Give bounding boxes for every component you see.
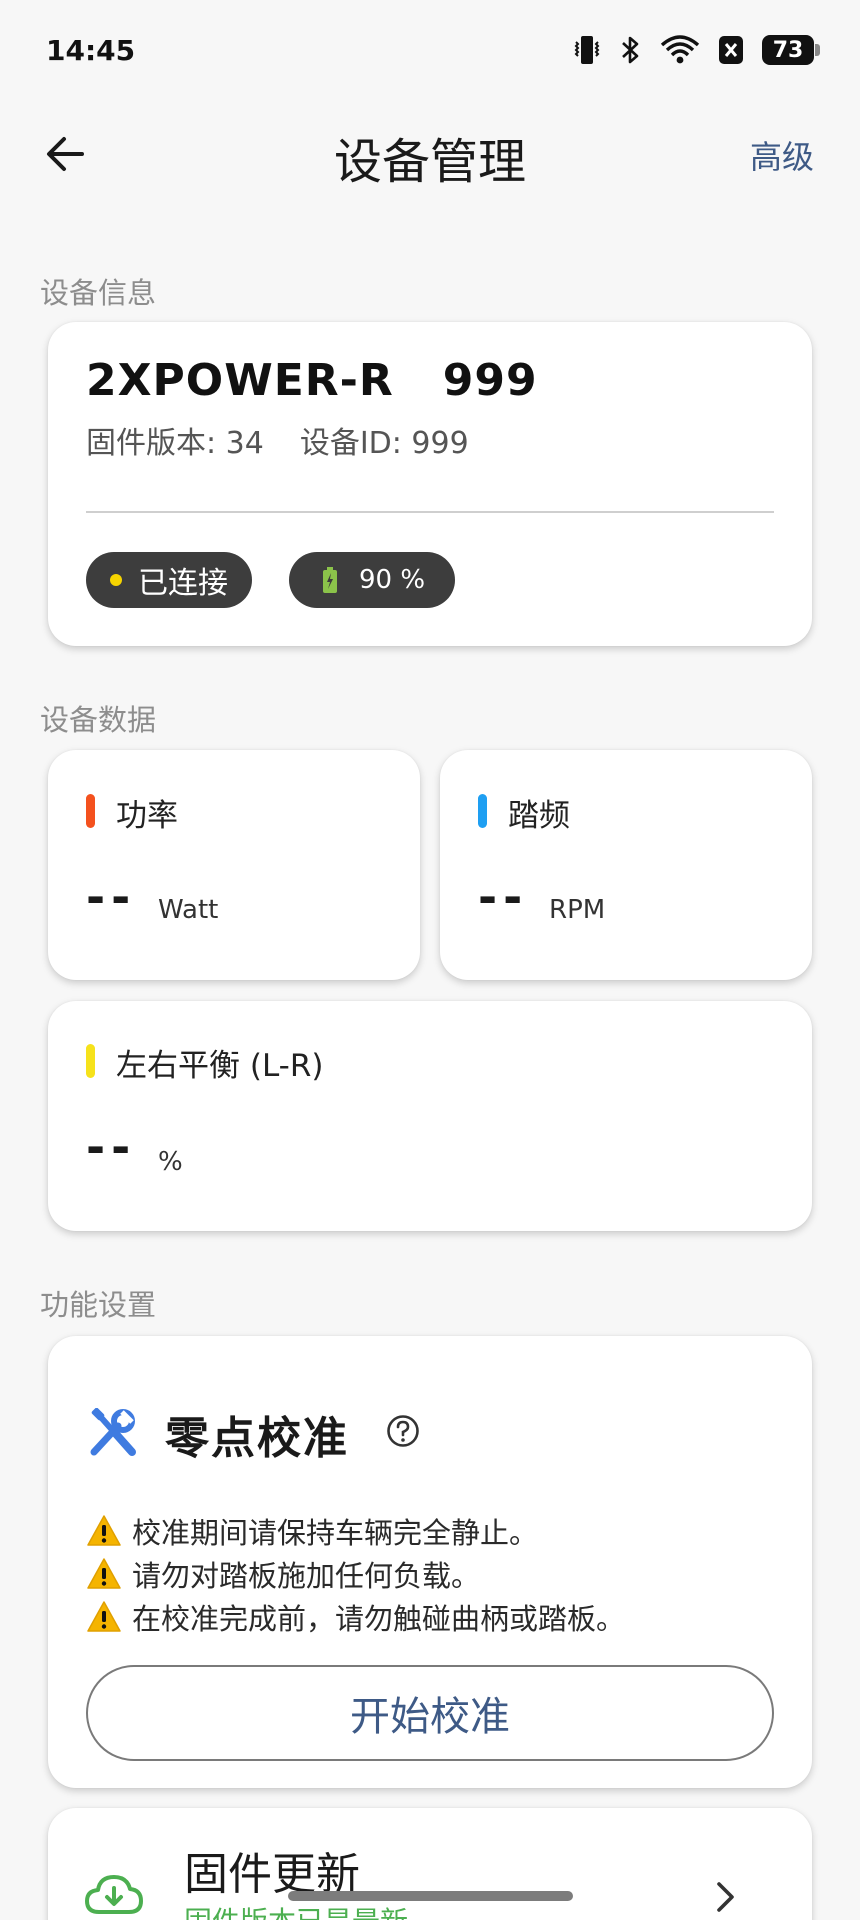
warning-line-1: 校准期间请保持车辆完全静止。 (86, 1510, 538, 1552)
metric-card-power (48, 750, 420, 980)
back-arrow-icon[interactable] (40, 128, 92, 180)
metric-unit-cadence: RPM (549, 895, 606, 925)
tools-icon (90, 1408, 136, 1456)
advanced-button[interactable]: 高级 (750, 132, 814, 178)
warning-text-2: 请勿对踏板施加任何负载。 (132, 1559, 481, 1593)
battery-charging-icon (323, 567, 337, 593)
status-time: 14:45 (46, 33, 136, 67)
connection-status-chip: 已连接 (86, 552, 252, 608)
cloud-download-icon (85, 1875, 143, 1914)
sim-disabled-icon (719, 36, 743, 64)
home-indicator[interactable] (288, 1891, 573, 1901)
connection-status-label: 已连接 (138, 566, 228, 601)
metric-value-power: -- (86, 870, 137, 924)
device-name: 2XPOWER-R 999 (86, 355, 538, 406)
metric-value-balance: -- (86, 1120, 137, 1174)
start-calibration-button[interactable]: 开始校准 (86, 1665, 774, 1761)
chevron-right-icon[interactable] (714, 1880, 738, 1914)
warning-line-2: 请勿对踏板施加任何负载。 (86, 1553, 480, 1595)
metric-card-balance (48, 1001, 812, 1231)
divider (86, 511, 774, 513)
device-meta: 固件版本: 34 设备ID: 999 (86, 418, 469, 462)
metric-label-power: 功率 (116, 798, 178, 834)
section-label-device-data: 设备数据 (40, 703, 157, 737)
bluetooth-icon (622, 36, 639, 64)
app-bar: 设备管理 高级 (0, 100, 860, 210)
help-icon[interactable] (386, 1414, 420, 1448)
section-label-device-info: 设备信息 (40, 276, 157, 310)
status-icons: 73 (572, 34, 820, 66)
vibrate-icon (574, 36, 600, 64)
power-color-bar (86, 794, 95, 828)
firmware-update-card[interactable] (48, 1808, 812, 1920)
status-dot-icon (110, 574, 122, 586)
metric-label-cadence: 踏频 (508, 798, 570, 834)
battery-chip-label: 90 % (359, 565, 426, 595)
calibration-title: 零点校准 (165, 1413, 349, 1464)
wifi-icon (660, 35, 700, 64)
metric-label-balance: 左右平衡 (L-R) (116, 1048, 324, 1084)
balance-color-bar (86, 1044, 95, 1078)
metric-unit-power: Watt (158, 895, 219, 925)
section-label-functions: 功能设置 (40, 1288, 157, 1322)
firmware-version: 固件版本: 34 (86, 426, 264, 461)
warning-line-3: 在校准完成前，请勿触碰曲柄或踏板。 (86, 1596, 625, 1638)
firmware-status: 固件版本已是最新 (184, 1900, 408, 1920)
status-bar: 14:45 73 (0, 0, 860, 100)
warning-icon (87, 1515, 121, 1546)
metric-value-cadence: -- (478, 870, 529, 924)
warning-text-3: 在校准完成前，请勿触碰曲柄或踏板。 (132, 1602, 626, 1636)
warning-icon (87, 1558, 121, 1589)
metric-unit-balance: % (158, 1147, 183, 1177)
warning-icon (87, 1601, 121, 1632)
cadence-color-bar (478, 794, 487, 828)
warning-text-1: 校准期间请保持车辆完全静止。 (132, 1516, 539, 1550)
metric-card-cadence (440, 750, 812, 980)
battery-indicator: 73 (762, 35, 820, 65)
battery-chip: 90 % (289, 552, 456, 608)
device-id: 设备ID: 999 (299, 426, 469, 461)
page-title: 设备管理 (333, 134, 526, 190)
